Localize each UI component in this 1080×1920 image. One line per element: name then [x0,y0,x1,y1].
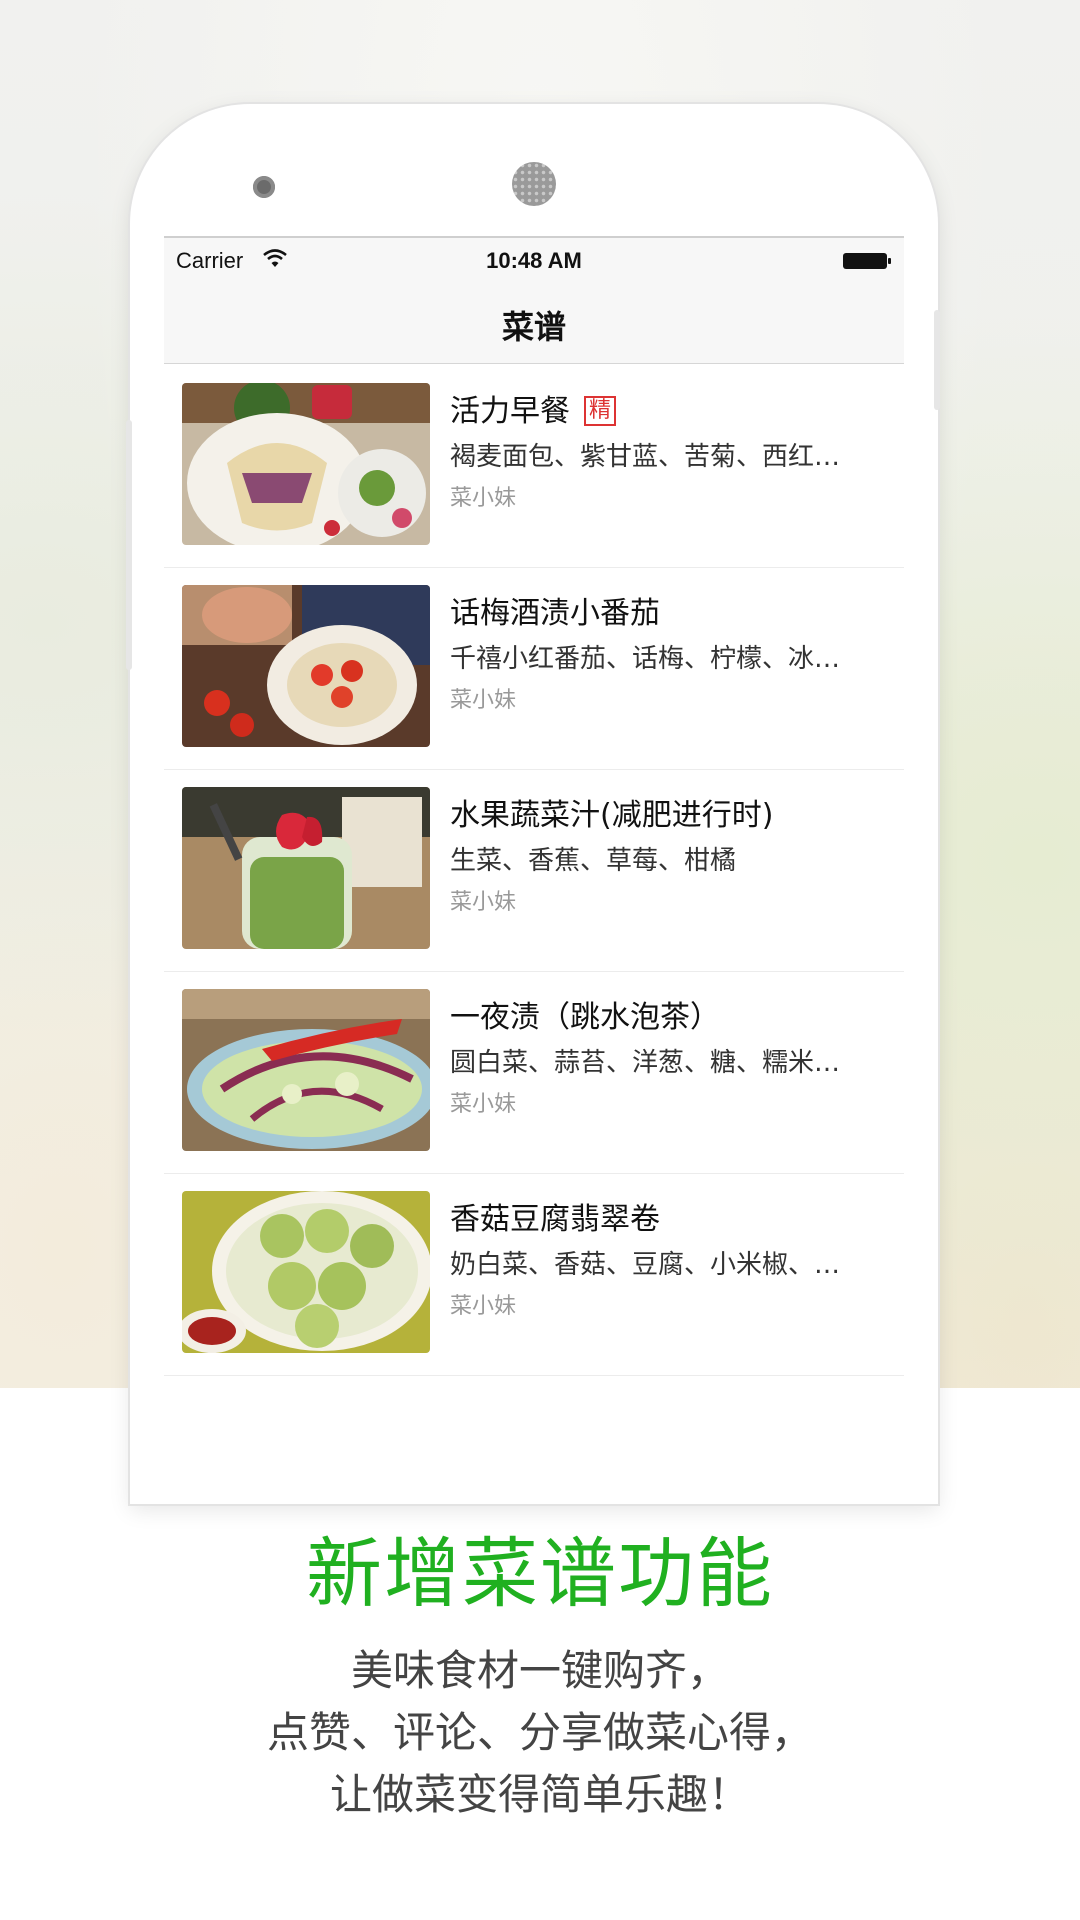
status-bar: Carrier 10:48 AM [164,238,904,284]
recipe-author: 菜小妹 [450,688,517,713]
recipe-ingredients: 千禧小红番茄、话梅、柠檬、冰… [450,644,841,674]
camera-icon [253,176,275,198]
promo-description: 美味食材一键购齐， 点赞、评论、分享做菜心得， 让做菜变得简单乐趣！ [0,1640,1080,1826]
recipe-thumbnail[interactable] [182,1191,430,1353]
phone-screen: Carrier 10:48 AM 菜谱 活力早餐 精 褐麦面包、紫甘蓝、苦菊、西… [164,236,904,1388]
recipe-title[interactable]: 话梅酒渍小番茄 [450,588,660,632]
recipe-author: 菜小妹 [450,1092,517,1117]
promo-line: 点赞、评论、分享做菜心得， [266,1708,813,1757]
recipe-author: 菜小妹 [450,890,517,915]
recipe-ingredients: 圆白菜、蒜苔、洋葱、糖、糯米… [450,1048,841,1078]
recipe-title[interactable]: 活力早餐精 [450,386,617,430]
recipe-item[interactable]: 水果蔬菜汁(减肥进行时) 生菜、香蕉、草莓、柑橘 菜小妹 [164,770,904,972]
promo-headline: 新增菜谱功能 [306,1529,774,1618]
battery-icon [843,253,891,269]
speaker-icon [512,162,556,206]
recipe-title[interactable]: 香菇豆腐翡翠卷 [450,1194,660,1238]
recipe-title[interactable]: 水果蔬菜汁(减肥进行时) [450,790,773,834]
recipe-item[interactable]: 话梅酒渍小番茄 千禧小红番茄、话梅、柠檬、冰… 菜小妹 [164,568,904,770]
recipe-ingredients: 奶白菜、香菇、豆腐、小米椒、… [450,1250,841,1280]
recipe-item[interactable]: 活力早餐精 褐麦面包、紫甘蓝、苦菊、西红… 菜小妹 [164,366,904,568]
promo-line: 让做菜变得简单乐趣！ [329,1770,750,1819]
recipe-list[interactable]: 活力早餐精 褐麦面包、紫甘蓝、苦菊、西红… 菜小妹 话梅酒渍小番茄 千禧小红番茄… [164,366,904,1376]
status-time: 10:48 AM [486,248,582,273]
recipe-author: 菜小妹 [450,486,517,511]
recipe-title[interactable]: 一夜渍（跳水泡茶） [450,992,720,1036]
page-title: 菜谱 [501,308,566,346]
recipe-author: 菜小妹 [450,1294,517,1319]
recipe-thumbnail[interactable] [182,787,430,949]
recipe-ingredients: 褐麦面包、紫甘蓝、苦菊、西红… [450,442,841,472]
promo-line: 美味食材一键购齐， [350,1646,729,1695]
recipe-thumbnail[interactable] [182,585,430,747]
recipe-item[interactable]: 一夜渍（跳水泡茶） 圆白菜、蒜苔、洋葱、糖、糯米… 菜小妹 [164,972,904,1174]
recipe-ingredients: 生菜、香蕉、草莓、柑橘 [450,846,737,876]
recipe-thumbnail[interactable] [182,989,430,1151]
recipe-thumbnail[interactable] [182,383,430,545]
recipe-item[interactable]: 香菇豆腐翡翠卷 奶白菜、香菇、豆腐、小米椒、… 菜小妹 [164,1174,904,1376]
phone-side-button [126,420,132,670]
featured-badge: 精 [584,396,617,426]
phone-side-button [934,310,940,410]
navigation-bar: 菜谱 [164,284,904,364]
